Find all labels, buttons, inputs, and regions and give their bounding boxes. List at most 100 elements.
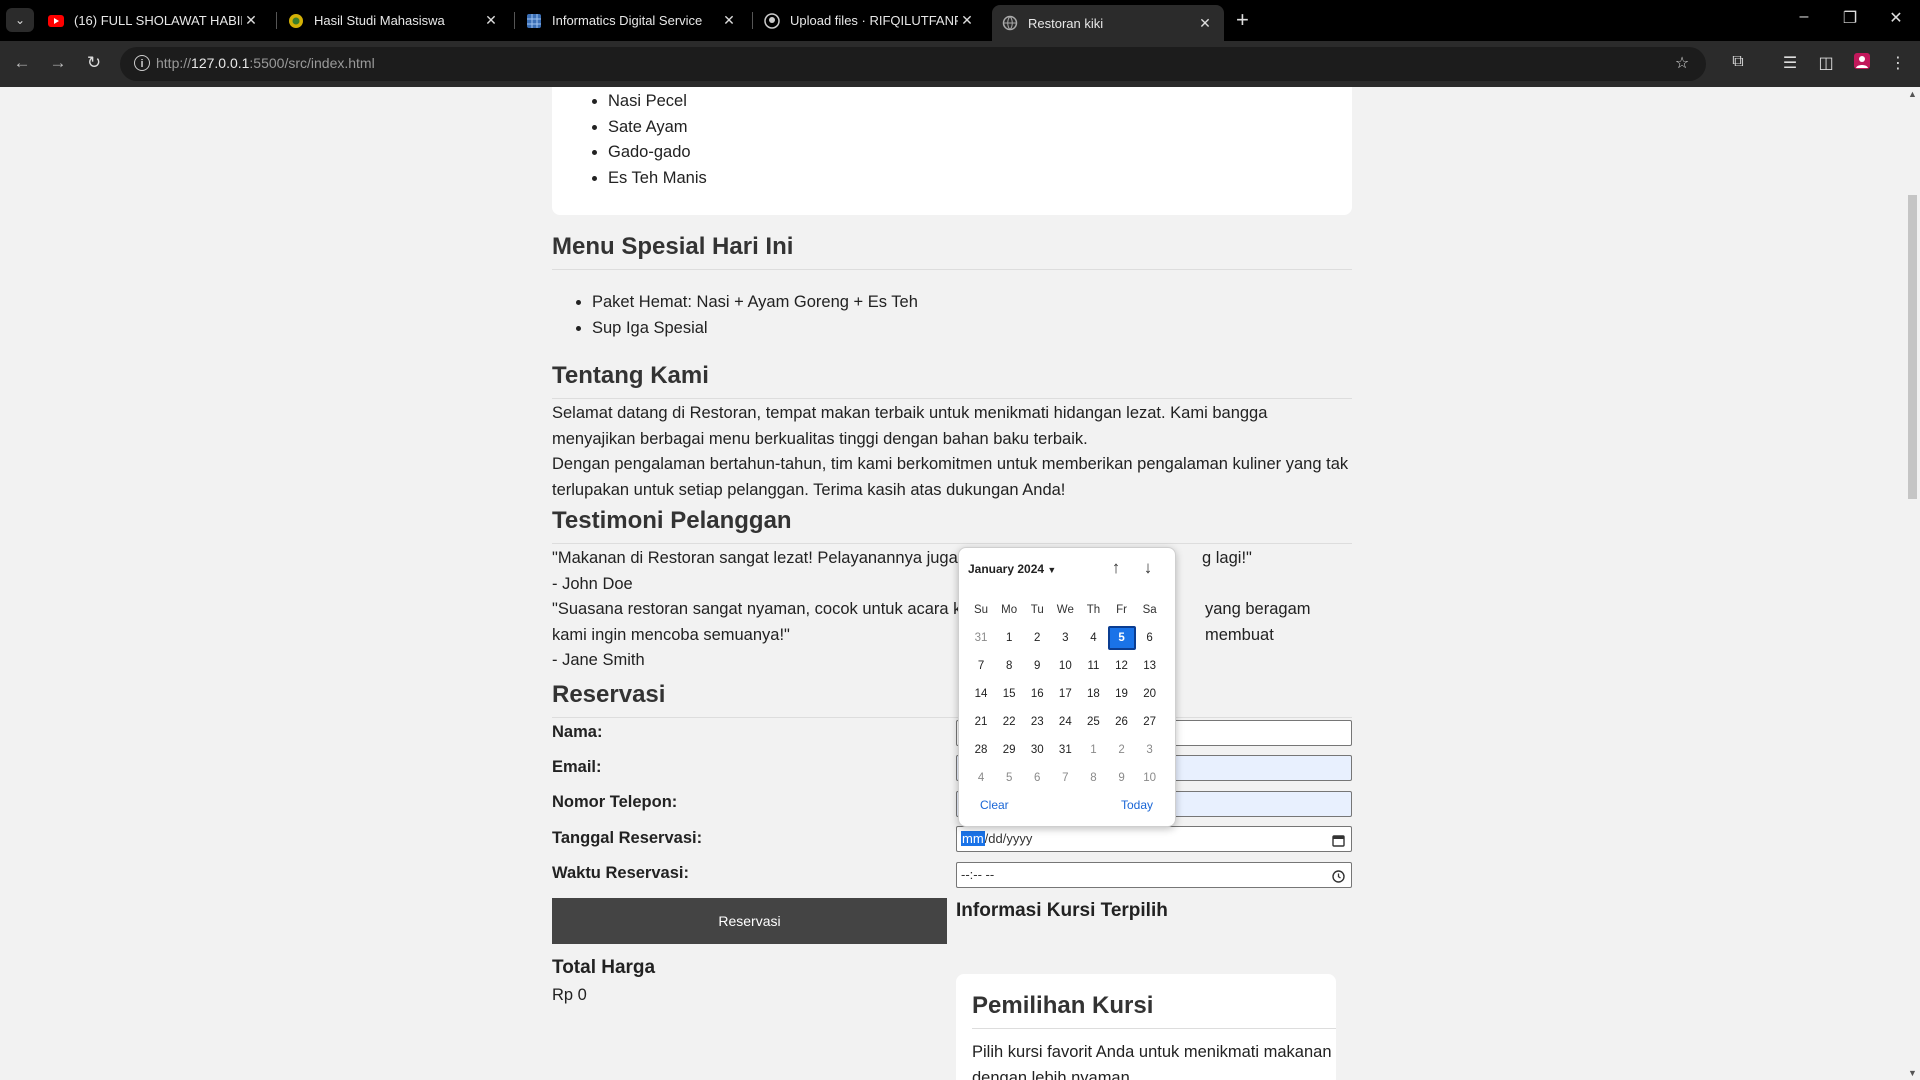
tab-hasil-studi[interactable]: Hasil Studi Mahasiswa ✕ — [278, 5, 510, 36]
media-control-icon[interactable]: ☰ — [1778, 53, 1802, 73]
testimonial-2-author: - Jane Smith — [552, 651, 645, 669]
calendar-day[interactable]: 8 — [1079, 766, 1107, 790]
chevron-down-icon: ⌄ — [14, 13, 26, 27]
calendar-day[interactable]: 20 — [1136, 682, 1164, 706]
calendar-day[interactable]: 1 — [1079, 738, 1107, 762]
restore-icon[interactable]: ❐ — [1830, 8, 1870, 28]
calendar-day[interactable]: 2 — [1108, 738, 1136, 762]
window-close-icon[interactable]: ✕ — [1876, 8, 1916, 28]
tab-restoran-kiki[interactable]: Restoran kiki ✕ — [992, 5, 1224, 41]
close-icon[interactable]: ✕ — [958, 12, 976, 29]
calendar-day[interactable]: 26 — [1108, 710, 1136, 734]
close-icon[interactable]: ✕ — [482, 12, 500, 29]
scroll-down-arrow-icon[interactable]: ▼ — [1908, 1068, 1917, 1078]
calendar-day[interactable]: 22 — [995, 710, 1023, 734]
calendar-day[interactable]: 23 — [1023, 710, 1051, 734]
calendar-day[interactable]: 8 — [995, 654, 1023, 678]
star-bookmark-icon[interactable]: ☆ — [1670, 53, 1694, 73]
tab-informatics[interactable]: Informatics Digital Service ✕ — [516, 5, 748, 36]
calendar-day[interactable]: 5 — [1107, 626, 1136, 650]
github-icon — [764, 12, 780, 29]
calendar-day[interactable]: 19 — [1108, 682, 1136, 706]
month-year-selector[interactable]: January 2024 ▼ — [968, 562, 1056, 576]
weekday-label: Fr — [1116, 604, 1127, 616]
calendar-day[interactable]: 10 — [1136, 766, 1164, 790]
calendar-day[interactable]: 30 — [1023, 738, 1051, 762]
clear-button[interactable]: Clear — [980, 798, 1009, 812]
date-field[interactable]: mm/dd/yyyy — [956, 826, 1352, 852]
reload-icon[interactable]: ↻ — [82, 53, 106, 73]
calendar-day[interactable]: 18 — [1079, 682, 1107, 706]
testimonial-1-author: - John Doe — [552, 575, 633, 593]
calendar-week-row: 14 15 16 17 18 19 20 — [967, 680, 1164, 708]
side-panel-icon[interactable]: ◫ — [1814, 53, 1838, 73]
calendar-day[interactable]: 7 — [1051, 766, 1079, 790]
calendar-day[interactable]: 9 — [1108, 766, 1136, 790]
page-viewport: Nasi Pecel Sate Ayam Gado-gado Es Teh Ma… — [0, 87, 1904, 1080]
tab-strip: ⌄ (16) FULL SHOLAWAT HABIB AL ✕ Hasil St… — [0, 0, 1920, 41]
calendar-day[interactable]: 27 — [1136, 710, 1164, 734]
tab-github-upload[interactable]: Upload files · RIFQILUTFANPAD ✕ — [754, 5, 986, 36]
extensions-puzzle-icon[interactable]: ⧉ — [1726, 53, 1750, 71]
time-field[interactable]: --:-- -- — [956, 862, 1352, 888]
tab-search-button[interactable]: ⌄ — [6, 8, 34, 32]
close-icon[interactable]: ✕ — [1196, 15, 1214, 32]
date-month-segment[interactable]: mm — [961, 831, 985, 846]
forward-arrow-icon[interactable]: → — [46, 53, 70, 73]
calendar-day[interactable]: 3 — [1051, 626, 1079, 650]
tab-youtube[interactable]: (16) FULL SHOLAWAT HABIB AL ✕ — [38, 5, 270, 36]
more-menu-icon[interactable]: ⋮ — [1886, 53, 1910, 73]
weekday-header: Su Mo Tu We Th Fr Sa — [967, 596, 1164, 624]
calendar-day[interactable]: 7 — [967, 654, 995, 678]
calendar-icon[interactable] — [1332, 831, 1345, 855]
calendar-day[interactable]: 14 — [967, 682, 995, 706]
calendar-day[interactable]: 16 — [1023, 682, 1051, 706]
calendar-day[interactable]: 6 — [1023, 766, 1051, 790]
close-icon[interactable]: ✕ — [720, 12, 738, 29]
tab-title: Informatics Digital Service — [552, 13, 703, 28]
previous-month-arrow-icon[interactable]: ↑ — [1105, 558, 1127, 578]
calendar-day[interactable]: 15 — [995, 682, 1023, 706]
calendar-day[interactable]: 1 — [995, 626, 1023, 650]
calendar-day[interactable]: 4 — [1079, 626, 1107, 650]
calendar-day[interactable]: 13 — [1136, 654, 1164, 678]
site-info-icon[interactable]: i — [134, 55, 150, 71]
list-item: Gado-gado — [608, 140, 707, 166]
close-icon[interactable]: ✕ — [242, 12, 260, 29]
calendar-day[interactable]: 28 — [967, 738, 995, 762]
calendar-day[interactable]: 31 — [967, 626, 995, 650]
calendar-day[interactable]: 4 — [967, 766, 995, 790]
calendar-day[interactable]: 29 — [995, 738, 1023, 762]
calendar-day[interactable]: 9 — [1023, 654, 1051, 678]
tab-separator — [276, 12, 277, 29]
calendar-day[interactable]: 3 — [1136, 738, 1164, 762]
scroll-up-arrow-icon[interactable]: ▲ — [1908, 89, 1917, 99]
calendar-day[interactable]: 12 — [1108, 654, 1136, 678]
grid-icon — [526, 13, 542, 29]
calendar-day[interactable]: 31 — [1051, 738, 1079, 762]
reserve-button[interactable]: Reservasi — [552, 898, 947, 944]
calendar-day[interactable]: 17 — [1051, 682, 1079, 706]
calendar-day[interactable]: 10 — [1051, 654, 1079, 678]
today-button[interactable]: Today — [1121, 798, 1153, 812]
back-arrow-icon[interactable]: ← — [10, 53, 34, 73]
weekday-label: Sa — [1142, 604, 1157, 616]
calendar-day[interactable]: 5 — [995, 766, 1023, 790]
calendar-day[interactable]: 25 — [1079, 710, 1107, 734]
address-bar[interactable]: i http://127.0.0.1:5500/src/index.html ☆ — [120, 47, 1706, 81]
calendar-day[interactable]: 2 — [1023, 626, 1051, 650]
minimize-icon[interactable]: – — [1784, 8, 1824, 26]
profile-avatar-icon[interactable] — [1850, 53, 1874, 74]
list-item: Sate Ayam — [608, 115, 707, 141]
special-menu-title: Menu Spesial Hari Ini — [552, 233, 1352, 270]
page-scrollbar[interactable]: ▲ ▼ — [1904, 87, 1920, 1080]
calendar-day[interactable]: 11 — [1079, 654, 1107, 678]
next-month-arrow-icon[interactable]: ↓ — [1137, 558, 1159, 578]
new-tab-button[interactable]: + — [1236, 8, 1249, 32]
scrollbar-thumb[interactable] — [1908, 195, 1917, 499]
calendar-week-row: 4 5 6 7 8 9 10 — [967, 764, 1164, 792]
calendar-day[interactable]: 24 — [1051, 710, 1079, 734]
clock-icon[interactable] — [1332, 867, 1345, 891]
calendar-day[interactable]: 21 — [967, 710, 995, 734]
calendar-day[interactable]: 6 — [1136, 626, 1164, 650]
